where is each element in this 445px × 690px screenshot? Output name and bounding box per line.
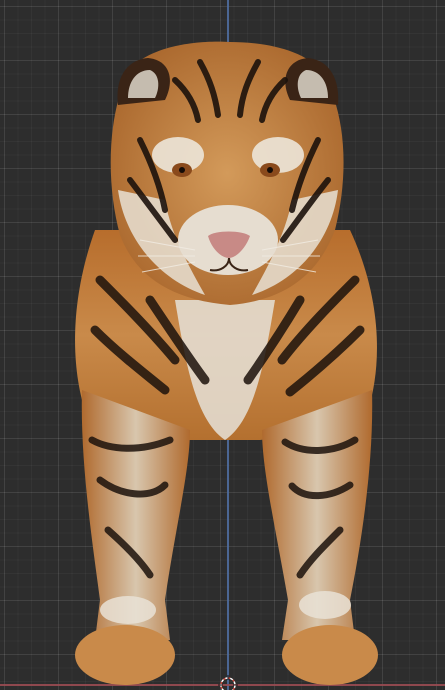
3d-viewport[interactable] bbox=[0, 0, 445, 690]
tiger-right-paw bbox=[282, 625, 378, 685]
tiger-model[interactable] bbox=[0, 0, 445, 690]
tiger-left-paw bbox=[75, 625, 175, 685]
3d-cursor-icon[interactable] bbox=[218, 675, 238, 690]
